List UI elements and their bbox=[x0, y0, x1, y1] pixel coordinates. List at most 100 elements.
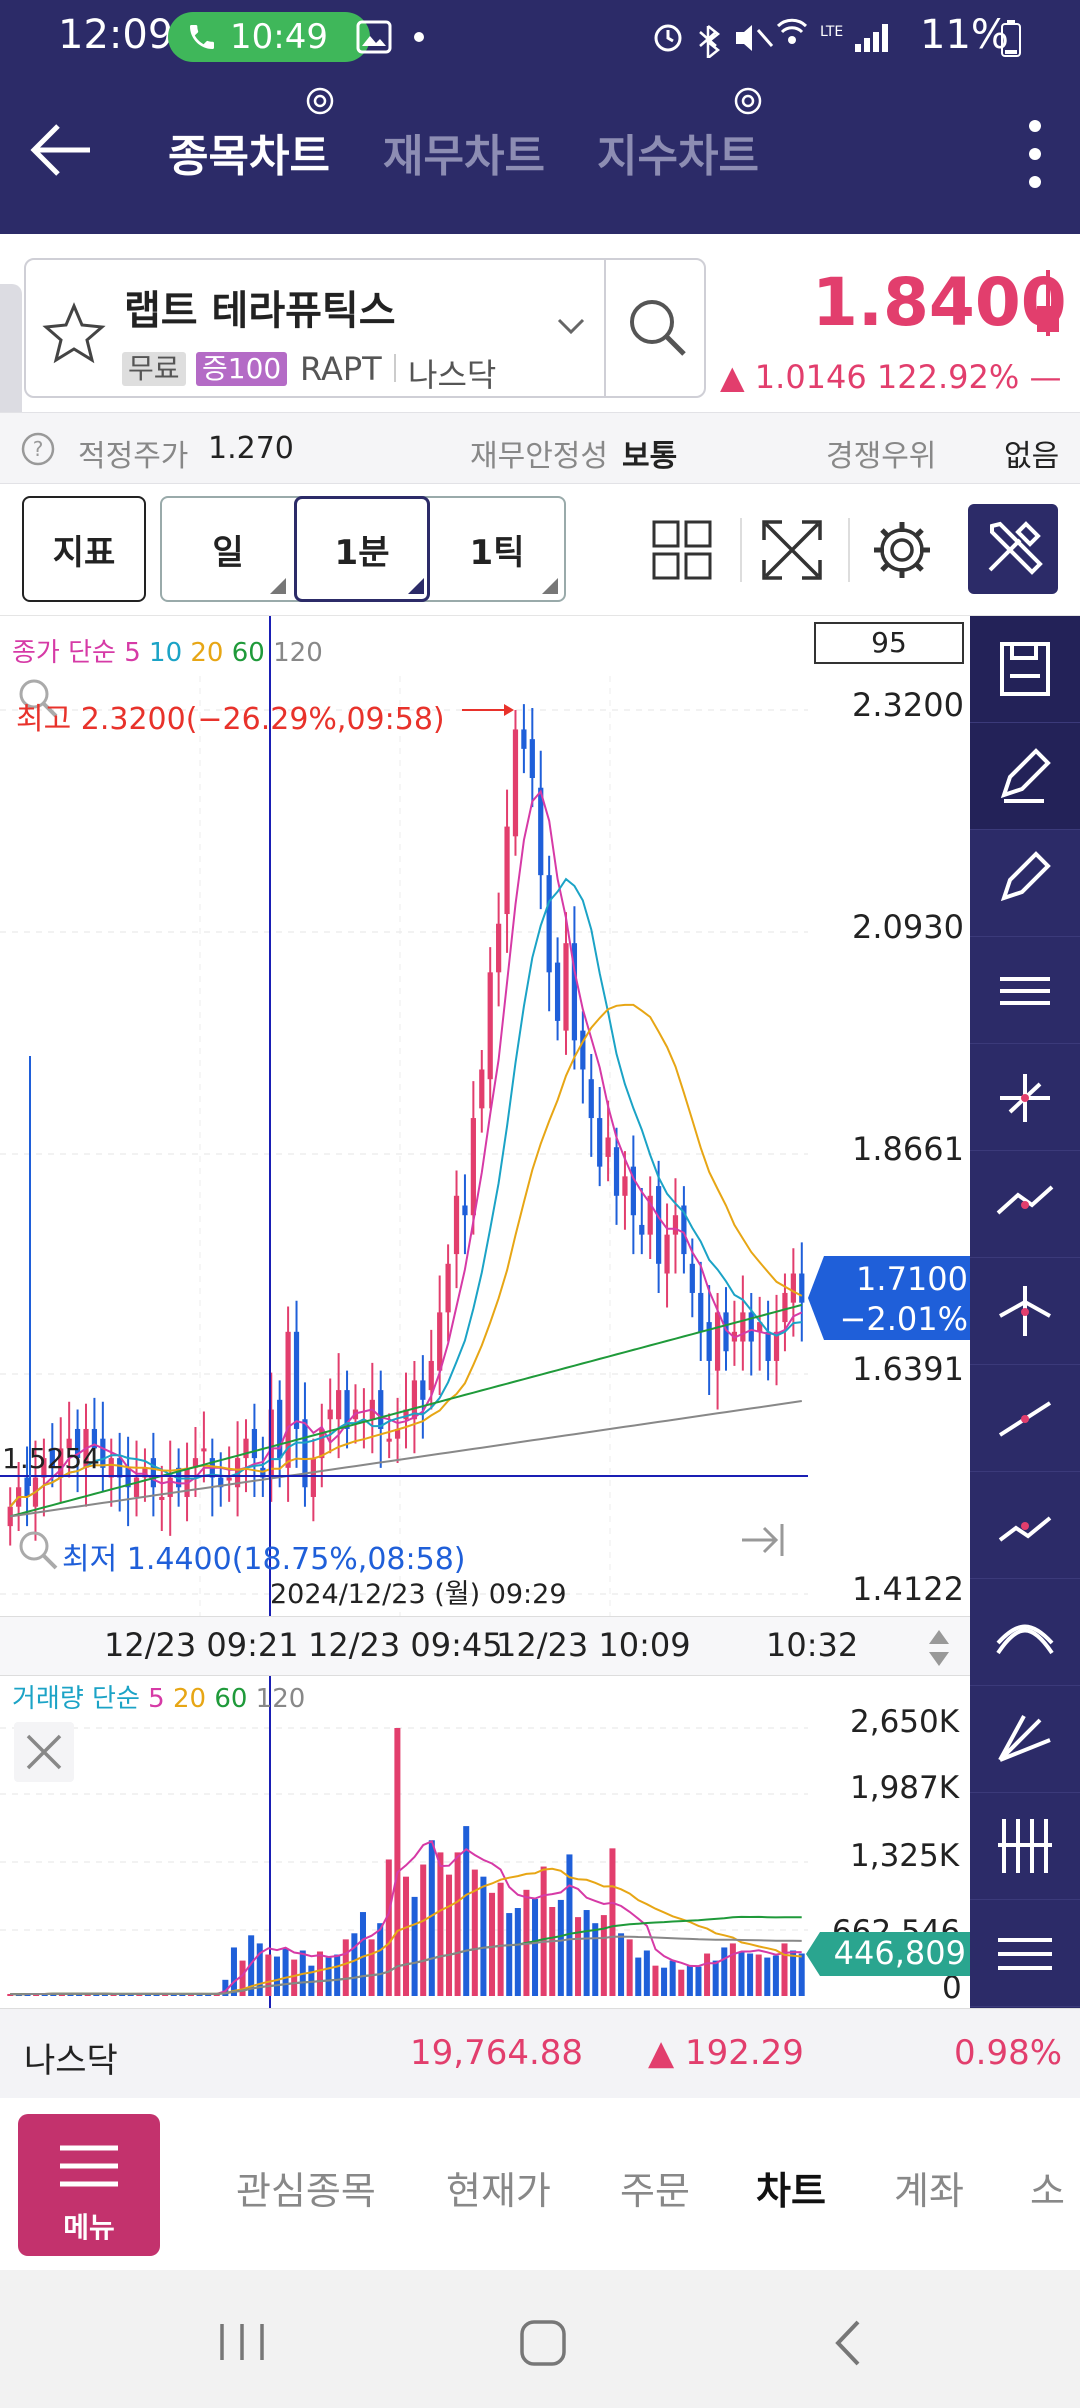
volume-bar bbox=[506, 1913, 513, 1996]
crosshair-time: 2024/12/23 (월) 09:29 bbox=[270, 1579, 567, 1610]
candle-body bbox=[201, 1448, 207, 1452]
volume-bar bbox=[532, 1898, 539, 1996]
tool-button-auto[interactable] bbox=[970, 1472, 1080, 1579]
candle-body bbox=[226, 1477, 232, 1481]
star-icon[interactable] bbox=[42, 302, 106, 364]
tool-button-line[interactable] bbox=[970, 1365, 1080, 1472]
index-bar[interactable]: 나스닥 19,764.88 ▲ 192.29 0.98% bbox=[0, 2008, 1080, 2098]
status-icons: LTE bbox=[654, 18, 888, 58]
zoom-icon[interactable] bbox=[14, 1526, 62, 1574]
back-arrow-icon[interactable] bbox=[28, 120, 92, 180]
svg-text:LTE: LTE bbox=[820, 24, 843, 40]
tool-button-ray[interactable] bbox=[970, 1686, 1080, 1793]
margin-badge: 증100 bbox=[196, 352, 288, 386]
nav-chart[interactable]: 차트 bbox=[756, 2160, 826, 2215]
volume-bar bbox=[230, 1947, 237, 1996]
current-price-tag: 1.7100 bbox=[856, 1260, 968, 1298]
fan-icon-glyph bbox=[996, 1624, 1054, 1655]
fullscreen-icon[interactable] bbox=[760, 518, 824, 582]
volume-bar bbox=[635, 1957, 642, 1996]
candle-body bbox=[470, 1118, 476, 1216]
menu-button[interactable]: 메뉴 bbox=[18, 2114, 160, 2256]
more-menu-icon[interactable] bbox=[1020, 116, 1050, 192]
divider bbox=[394, 354, 396, 382]
volume-bar bbox=[454, 1852, 461, 1996]
tab-badge-icon bbox=[734, 87, 762, 115]
cross-tool-icon bbox=[999, 1286, 1051, 1336]
candle-body bbox=[133, 1477, 140, 1497]
candle-body bbox=[302, 1419, 308, 1488]
indicator-button[interactable]: 지표 bbox=[22, 496, 146, 602]
stock-market: 나스닥 bbox=[408, 356, 497, 394]
nav-watchlist[interactable]: 관심종목 bbox=[236, 2160, 376, 2215]
info-row: ? 적정주가 1.270 재무안정성 보통 경쟁우위 없음 bbox=[0, 412, 1080, 484]
home-icon[interactable] bbox=[518, 2318, 568, 2368]
tool-button-hcl[interactable] bbox=[970, 937, 1080, 1044]
tab-stock-chart[interactable]: 종목차트 bbox=[168, 120, 330, 184]
nav-current-price[interactable]: 현재가 bbox=[446, 2160, 551, 2215]
scroll-to-end-icon[interactable] bbox=[738, 1520, 788, 1560]
volume-bar bbox=[325, 1957, 332, 1996]
current-price: 1.8400 bbox=[812, 264, 1067, 341]
candle-body bbox=[445, 1263, 451, 1313]
candle-body bbox=[453, 1195, 460, 1255]
tool-button-bands[interactable] bbox=[970, 1900, 1080, 2007]
recents-icon[interactable] bbox=[216, 2320, 268, 2364]
index-value: 19,764.88 bbox=[410, 2033, 584, 2073]
axis-resize-icon[interactable] bbox=[924, 1628, 954, 1668]
drawing-tools-button[interactable] bbox=[968, 504, 1058, 594]
tool-button-cross-tool[interactable] bbox=[970, 1258, 1080, 1365]
price-tick: 1.4122 bbox=[852, 1570, 964, 1608]
candle-indicator-icon bbox=[1037, 270, 1059, 336]
candle-body bbox=[496, 923, 502, 973]
volume-bar bbox=[729, 1943, 736, 1996]
candle-body bbox=[698, 1292, 704, 1332]
volume-bar bbox=[669, 1960, 676, 1996]
tool-button-crosshair[interactable] bbox=[970, 1044, 1080, 1151]
stock-selector[interactable]: 랩트 테라퓨틱스 무료 증100 RAPT 나스닥 bbox=[24, 258, 706, 398]
tool-button-eraser-all[interactable] bbox=[970, 830, 1080, 937]
volume-bar bbox=[661, 1967, 668, 1996]
tab-financial-chart[interactable]: 재무차트 bbox=[383, 120, 545, 184]
close-volume-button[interactable] bbox=[14, 1722, 74, 1782]
line-icon-dot bbox=[1021, 1415, 1029, 1423]
help-icon[interactable]: ? bbox=[20, 431, 56, 467]
volume-bar bbox=[781, 1943, 788, 1996]
tool-button-fan[interactable] bbox=[970, 1579, 1080, 1686]
divider bbox=[740, 518, 742, 582]
divider bbox=[604, 260, 606, 396]
nav-more[interactable]: 소 bbox=[1030, 2160, 1065, 2215]
price-change: ▲ 1.0146 122.92% — bbox=[720, 358, 1062, 396]
tab-index-chart[interactable]: 지수차트 bbox=[597, 120, 759, 184]
grid-layout-icon[interactable] bbox=[652, 520, 712, 580]
volume-bar bbox=[609, 1848, 616, 1996]
eraser-all-icon-glyph bbox=[1000, 851, 1051, 902]
volume-bar bbox=[471, 1869, 478, 1996]
settings-gear-icon[interactable] bbox=[870, 518, 934, 582]
search-icon[interactable] bbox=[624, 294, 690, 360]
candle-body bbox=[546, 875, 552, 973]
call-pill[interactable]: 10:49 bbox=[168, 12, 370, 62]
tool-button-fibo[interactable] bbox=[970, 1793, 1080, 1900]
tool-button-eraser[interactable] bbox=[970, 723, 1080, 830]
chevron-down-icon[interactable] bbox=[556, 316, 586, 336]
side-handle[interactable] bbox=[0, 284, 22, 424]
nav-account[interactable]: 계좌 bbox=[894, 2160, 964, 2215]
stock-ticker: RAPT bbox=[300, 350, 382, 388]
tool-button-save[interactable] bbox=[970, 616, 1080, 723]
tool-button-trend[interactable] bbox=[970, 1151, 1080, 1258]
volume-bar bbox=[549, 1907, 556, 1996]
candle-body bbox=[790, 1273, 796, 1303]
auto-icon bbox=[998, 1516, 1052, 1542]
candle-body bbox=[24, 1477, 30, 1497]
chart-area[interactable]: 종가 단순 5 10 20 60 120 95 최고 2.3200(−26.29… bbox=[0, 616, 970, 2008]
volume-bar bbox=[764, 1957, 771, 1996]
eraser-all-icon bbox=[1000, 851, 1051, 902]
back-nav-icon[interactable] bbox=[830, 2318, 866, 2368]
price-tick: 2.3200 bbox=[852, 686, 964, 724]
candle-body bbox=[521, 729, 527, 749]
candle-body bbox=[100, 1438, 106, 1468]
nav-order[interactable]: 주문 bbox=[620, 2160, 690, 2215]
visible-count-box[interactable]: 95 bbox=[814, 622, 964, 664]
candle-body bbox=[327, 1409, 333, 1420]
